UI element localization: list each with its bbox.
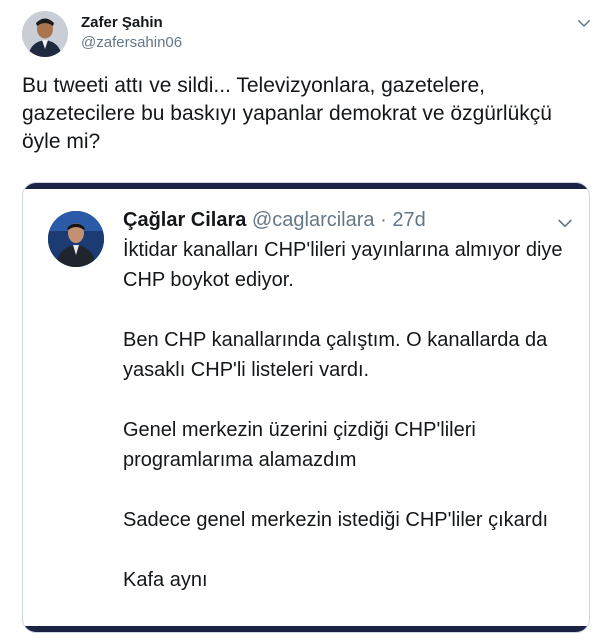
card-bottom-bar bbox=[23, 626, 589, 632]
tweet-text: Bu tweeti attı ve sildi... Televizyonlar… bbox=[22, 74, 558, 153]
tweet: Zafer Şahin @zafersahin06 Bu tweeti attı… bbox=[0, 0, 607, 639]
profile-photo-icon bbox=[48, 211, 104, 267]
quoted-separator: · bbox=[380, 209, 387, 231]
quoted-avatar bbox=[48, 211, 104, 267]
quoted-time: 27d bbox=[392, 209, 426, 231]
quoted-name: Çağlar Cilara bbox=[123, 209, 247, 231]
embedded-screenshot[interactable]: Çağlar Cilara @caglarcilara · 27d İktida… bbox=[22, 182, 590, 633]
quoted-text: İktidar kanalları CHP'lileri yayınlarına… bbox=[123, 239, 563, 591]
author-handle[interactable]: @zafersahin06 bbox=[81, 34, 182, 52]
quoted-header: Çağlar Cilara @caglarcilara · 27d bbox=[123, 207, 426, 233]
chevron-down-icon bbox=[558, 219, 572, 228]
chevron-down-icon[interactable] bbox=[575, 14, 593, 32]
quoted-handle: @caglarcilara bbox=[251, 209, 375, 231]
profile-photo-icon bbox=[22, 11, 68, 57]
author-avatar[interactable] bbox=[22, 11, 68, 57]
author-name[interactable]: Zafer Şahin bbox=[81, 14, 163, 32]
